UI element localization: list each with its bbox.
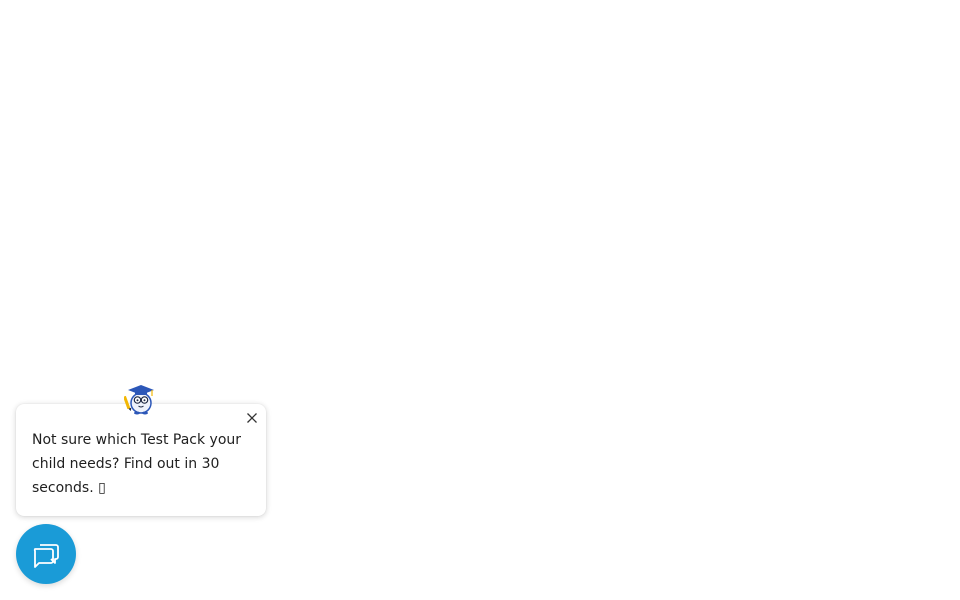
chat-bubbles-icon [33,544,59,568]
close-icon [247,413,257,423]
page: Not sure which Test Pack your child need… [0,0,960,600]
graduate-mascot-icon [123,382,158,416]
chat-launcher-button[interactable] [16,524,76,584]
popup-message: Not sure which Test Pack your child need… [32,432,242,496]
chat-popup[interactable]: Not sure which Test Pack your child need… [16,404,266,516]
close-popup-button[interactable] [244,410,260,426]
